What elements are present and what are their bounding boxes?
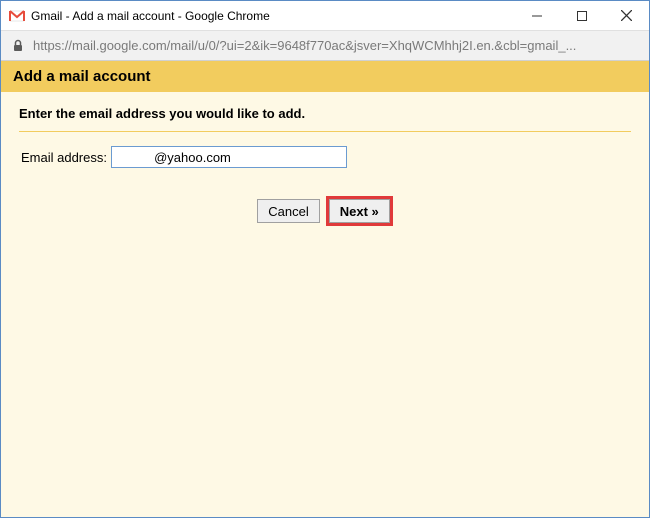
email-input[interactable] bbox=[111, 146, 347, 168]
page-header: Add a mail account bbox=[1, 61, 649, 92]
form-area: Enter the email address you would like t… bbox=[1, 92, 649, 240]
minimize-button[interactable] bbox=[514, 1, 559, 30]
window-controls bbox=[514, 1, 649, 30]
email-label: Email address: bbox=[21, 150, 107, 165]
email-field-row: Email address: bbox=[19, 146, 631, 168]
url-text[interactable]: https://mail.google.com/mail/u/0/?ui=2&i… bbox=[33, 38, 576, 53]
cancel-button[interactable]: Cancel bbox=[257, 199, 319, 223]
page-content: Add a mail account Enter the email addre… bbox=[1, 61, 649, 517]
window-titlebar: Gmail - Add a mail account - Google Chro… bbox=[1, 1, 649, 31]
instruction-text: Enter the email address you would like t… bbox=[19, 106, 631, 121]
address-bar: https://mail.google.com/mail/u/0/?ui=2&i… bbox=[1, 31, 649, 61]
lock-icon bbox=[11, 39, 25, 53]
next-highlight: Next » bbox=[326, 196, 393, 226]
button-row: Cancel Next » bbox=[19, 196, 631, 226]
maximize-button[interactable] bbox=[559, 1, 604, 30]
browser-window: Gmail - Add a mail account - Google Chro… bbox=[0, 0, 650, 518]
gmail-icon bbox=[9, 8, 25, 24]
window-title: Gmail - Add a mail account - Google Chro… bbox=[31, 9, 514, 23]
next-button[interactable]: Next » bbox=[329, 199, 390, 223]
close-button[interactable] bbox=[604, 1, 649, 30]
divider bbox=[19, 131, 631, 132]
